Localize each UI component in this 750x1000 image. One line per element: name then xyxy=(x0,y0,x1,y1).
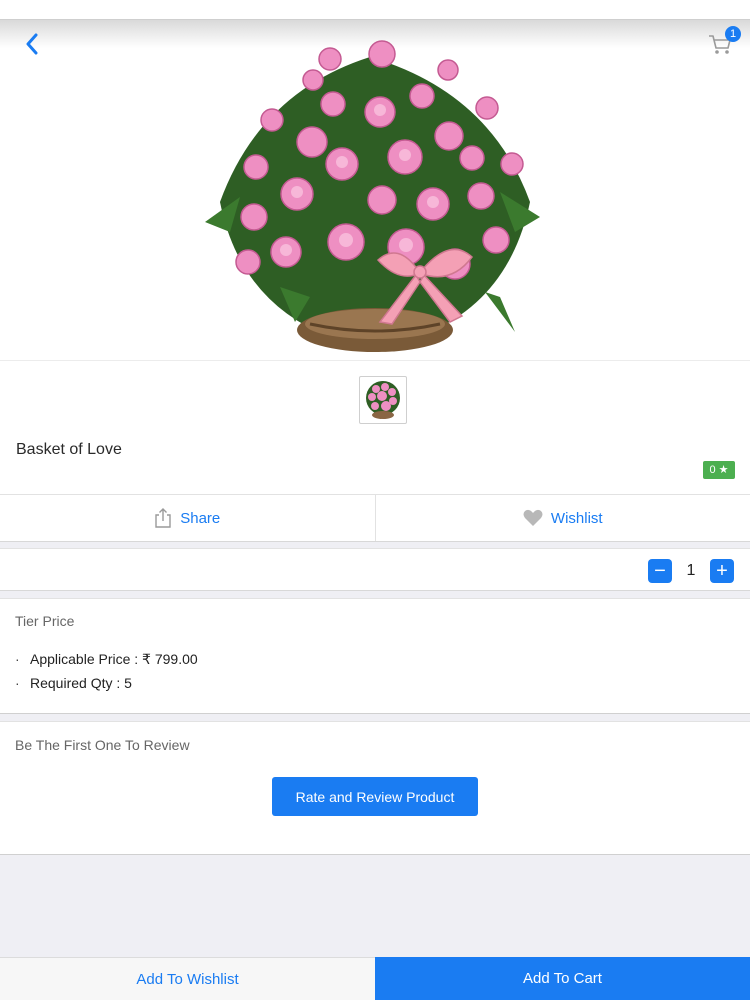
cart-count-badge: 1 xyxy=(725,26,741,42)
review-title: Be The First One To Review xyxy=(15,737,190,753)
product-info: Basket of Love 0 ★ xyxy=(0,360,750,494)
required-qty-line: · Required Qty : 5 xyxy=(15,675,132,691)
review-section: Be The First One To Review Rate and Revi… xyxy=(0,721,750,855)
add-to-cart-button[interactable]: Add To Cart xyxy=(375,957,750,1000)
share-label: Share xyxy=(180,509,221,527)
product-name: Basket of Love xyxy=(16,441,122,458)
share-wishlist-row: Share Wishlist xyxy=(0,494,750,542)
cart-button[interactable]: 1 xyxy=(706,26,742,56)
rating-badge: 0 ★ xyxy=(703,461,735,479)
bullet: · xyxy=(15,675,20,691)
back-button[interactable] xyxy=(18,30,46,58)
product-thumbnail[interactable] xyxy=(359,376,407,424)
wishlist-label: Wishlist xyxy=(550,509,603,527)
quantity-decrease-button[interactable]: − xyxy=(648,559,672,583)
back-chevron-icon xyxy=(26,33,38,55)
applicable-price-line: · Applicable Price : ₹ 799.00 xyxy=(15,651,198,668)
tier-price-section: Tier Price · Applicable Price : ₹ 799.00 … xyxy=(0,598,750,714)
quantity-row: − 1 + xyxy=(0,548,750,591)
thumbnail-image xyxy=(366,381,400,419)
rate-review-button[interactable]: Rate and Review Product xyxy=(272,777,478,816)
status-strip xyxy=(0,0,750,20)
applicable-price-text: Applicable Price : ₹ 799.00 xyxy=(30,651,198,667)
quantity-increase-button[interactable]: + xyxy=(710,559,734,583)
add-to-wishlist-button[interactable]: Add To Wishlist xyxy=(0,957,375,1000)
share-button[interactable]: Share xyxy=(0,495,375,541)
bottom-action-bar: Add To Wishlist Add To Cart xyxy=(0,957,750,1000)
heart-icon xyxy=(523,509,543,526)
share-icon xyxy=(155,508,171,528)
bullet: · xyxy=(15,651,20,667)
quantity-value[interactable]: 1 xyxy=(676,559,706,583)
product-hero: 1 xyxy=(0,20,750,360)
wishlist-button[interactable]: Wishlist xyxy=(374,495,750,541)
required-qty-text: Required Qty : 5 xyxy=(30,675,132,691)
product-image[interactable] xyxy=(200,32,550,362)
tier-price-title: Tier Price xyxy=(15,613,75,629)
